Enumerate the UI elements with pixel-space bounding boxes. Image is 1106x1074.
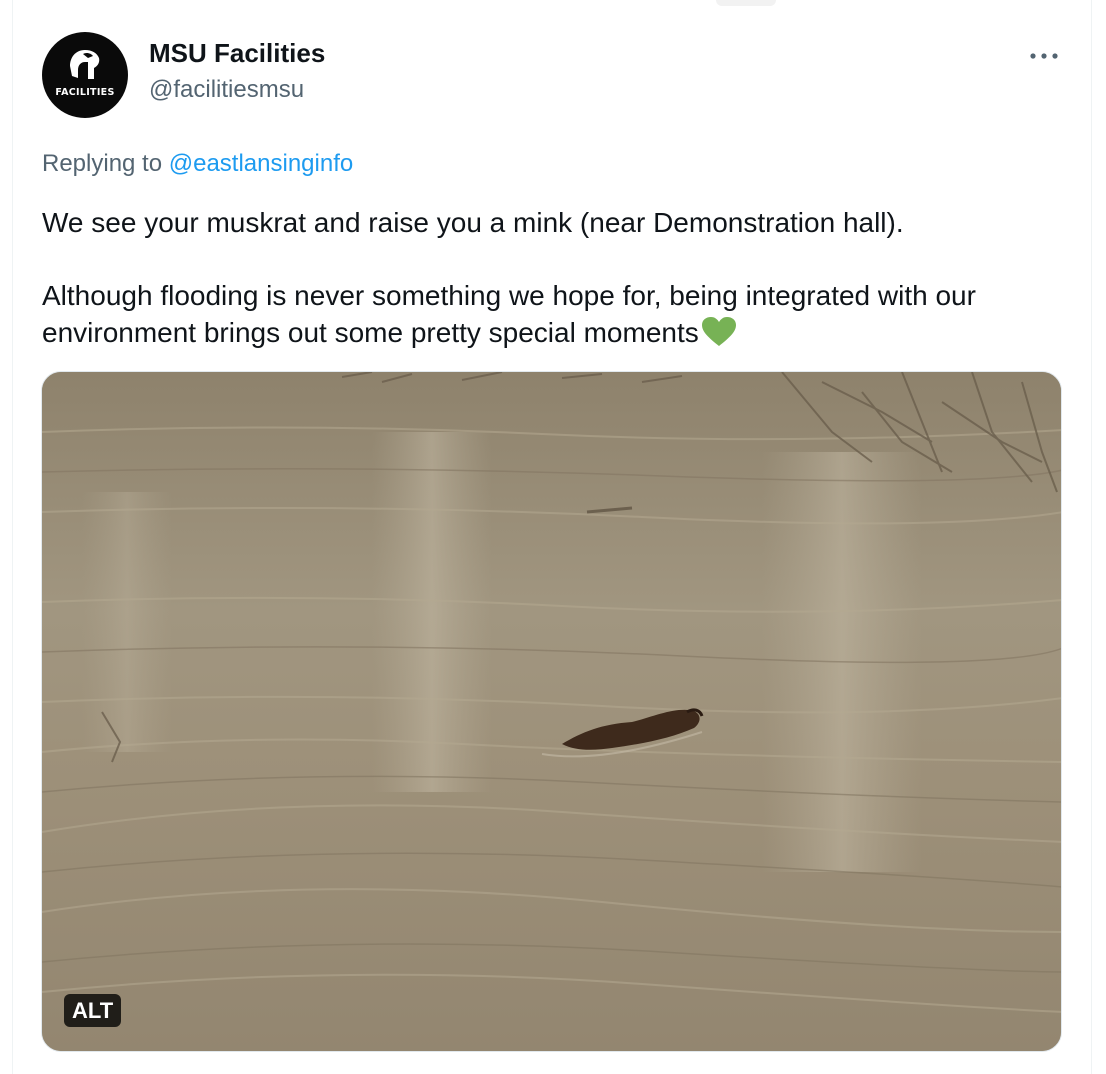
avatar[interactable]: FACILITIES xyxy=(42,32,128,118)
flood-water-photo xyxy=(42,372,1061,1051)
green-heart-icon xyxy=(701,316,737,357)
reply-target-link[interactable]: @eastlansinginfo xyxy=(169,150,353,177)
tweet-text: We see your muskrat and raise you a mink… xyxy=(42,204,1072,357)
tweet-photo[interactable]: ALT xyxy=(41,371,1062,1052)
more-dots-icon xyxy=(1030,53,1058,59)
tweet-paragraph: We see your muskrat and raise you a mink… xyxy=(42,207,904,238)
tweet-paragraph-text: Although flooding is never something we … xyxy=(42,280,976,348)
replying-to-label: Replying to xyxy=(42,150,169,177)
tweet-paragraph: Although flooding is never something we … xyxy=(42,277,1072,357)
avatar-label: FACILITIES xyxy=(55,87,115,98)
alt-text-button[interactable]: ALT xyxy=(64,994,122,1027)
more-options-button[interactable] xyxy=(1022,42,1066,70)
author-display-name[interactable]: MSU Facilities xyxy=(149,38,325,69)
replying-to: Replying to @eastlansinginfo xyxy=(42,150,353,178)
spartan-helmet-icon xyxy=(70,50,100,79)
author-handle[interactable]: @facilitiesmsu xyxy=(149,76,304,104)
